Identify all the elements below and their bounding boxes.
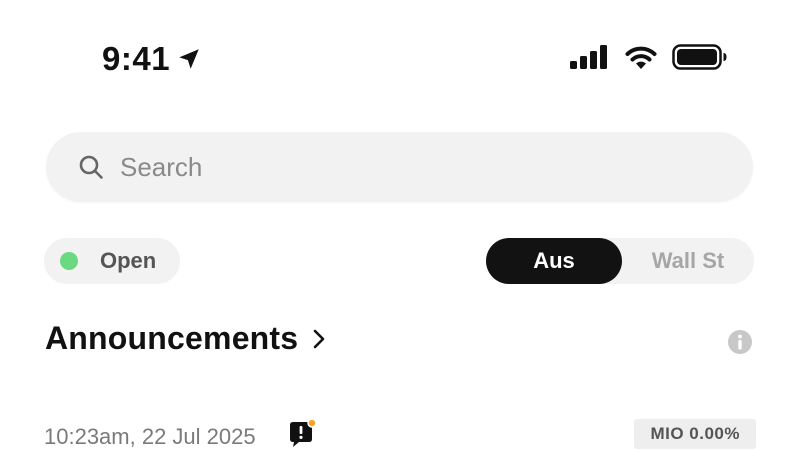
search-icon bbox=[78, 154, 104, 180]
market-toggle-wall-st[interactable]: Wall St bbox=[622, 238, 754, 284]
wifi-icon bbox=[624, 44, 658, 75]
search-bar[interactable] bbox=[46, 132, 753, 202]
price-sensitive-alert-icon bbox=[288, 418, 318, 450]
announcement-row[interactable]: 10:23am, 22 Jul 2025 MIO 0.00% bbox=[44, 418, 756, 450]
market-toggle-aus[interactable]: Aus bbox=[486, 238, 622, 284]
location-arrow-icon bbox=[176, 46, 202, 72]
info-icon[interactable] bbox=[727, 329, 753, 360]
cellular-signal-icon bbox=[570, 45, 610, 74]
status-bar-time: 9:41 bbox=[102, 40, 202, 78]
search-input[interactable] bbox=[120, 151, 700, 183]
market-open-indicator-icon bbox=[60, 252, 78, 270]
battery-icon bbox=[672, 44, 728, 75]
ticker-change-chip: MIO 0.00% bbox=[634, 419, 756, 449]
market-toggle[interactable]: Aus Wall St bbox=[486, 238, 754, 284]
announcements-header[interactable]: Announcements bbox=[45, 320, 326, 357]
status-bar-icons bbox=[570, 44, 728, 75]
clock-text: 9:41 bbox=[102, 40, 171, 77]
market-status-pill: Open bbox=[44, 238, 180, 284]
announcements-title: Announcements bbox=[45, 320, 299, 356]
chevron-right-icon bbox=[312, 328, 326, 350]
announcement-timestamp: 10:23am, 22 Jul 2025 bbox=[44, 424, 256, 449]
market-status-label: Open bbox=[100, 248, 157, 273]
